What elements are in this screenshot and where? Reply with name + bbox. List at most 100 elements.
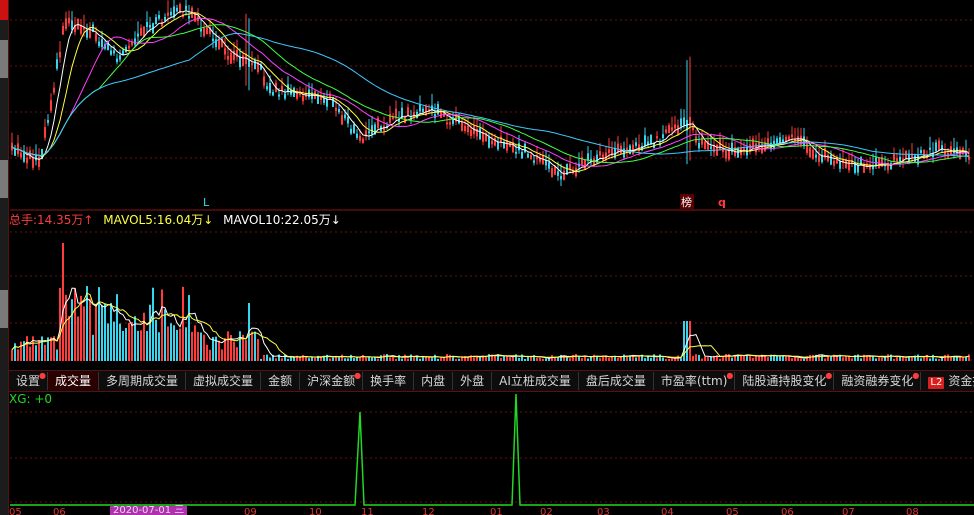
candle-body xyxy=(284,93,286,99)
candle-body xyxy=(893,153,895,161)
volume-bar xyxy=(86,286,88,361)
volume-bar xyxy=(905,358,907,361)
candle-body xyxy=(527,153,529,158)
volume-bar xyxy=(221,349,223,361)
candle-body xyxy=(155,17,157,25)
tab-turnover-rate[interactable]: 换手率 xyxy=(363,372,415,390)
volume-bar xyxy=(725,354,727,361)
candle-body xyxy=(896,158,898,162)
volume-bar xyxy=(446,354,448,361)
volume-bar xyxy=(566,357,568,361)
mavol10-label: MAVOL10: xyxy=(223,213,285,227)
candle-body xyxy=(827,154,829,162)
volume-bar xyxy=(299,357,301,361)
volume-bar xyxy=(719,358,721,361)
volume-bar xyxy=(128,322,130,361)
volume-bar xyxy=(281,358,283,361)
volume-bar xyxy=(251,331,253,361)
volume-bar xyxy=(611,356,613,361)
tab-after-hours-volume[interactable]: 盘后成交量 xyxy=(579,372,654,390)
candle-body xyxy=(50,100,52,111)
volume-bar xyxy=(359,357,361,361)
candle-body xyxy=(20,152,22,158)
candle-body xyxy=(560,175,562,180)
candle-body xyxy=(617,143,619,152)
volume-bar xyxy=(203,334,205,361)
tab-multi-period-volume[interactable]: 多周期成交量 xyxy=(99,372,187,390)
volume-bar xyxy=(503,355,505,361)
tab-amount[interactable]: 金额 xyxy=(261,372,301,390)
tab-volume[interactable]: 成交量 xyxy=(48,372,100,390)
volume-bar xyxy=(116,294,118,361)
candle-body xyxy=(887,164,889,171)
volume-bar xyxy=(875,358,877,361)
volume-bar xyxy=(290,357,292,361)
volume-bar xyxy=(191,331,193,361)
tab-northbound-holding[interactable]: 陆股通持股变化 ● xyxy=(735,372,835,390)
candle-body xyxy=(368,131,370,134)
volume-bar xyxy=(950,357,952,361)
volume-chart[interactable] xyxy=(0,228,974,370)
tab-fund-bottom[interactable]: L2资金抄底 xyxy=(921,372,974,390)
volume-bar xyxy=(170,323,172,361)
candle-body xyxy=(272,92,274,96)
volume-bar xyxy=(506,356,508,361)
volume-bar xyxy=(623,354,625,361)
volume-bar xyxy=(392,357,394,361)
volume-bar xyxy=(41,336,43,361)
volume-bar xyxy=(167,326,169,361)
tab-margin-change[interactable]: 融资融券变化 ● xyxy=(834,372,922,390)
candle-body xyxy=(341,115,343,125)
volume-bar xyxy=(617,358,619,361)
volume-value: 14.35万↑ xyxy=(37,213,94,227)
tab-virtual-volume[interactable]: 虚拟成交量 xyxy=(186,372,262,390)
volume-bar xyxy=(239,331,241,361)
candle-body xyxy=(344,114,346,119)
volume-bar xyxy=(197,331,199,361)
volume-bar xyxy=(275,358,277,361)
volume-bar xyxy=(95,304,97,361)
candle-body xyxy=(803,136,805,146)
volume-bar xyxy=(899,356,901,361)
volume-bar xyxy=(194,325,196,361)
volume-bar xyxy=(569,358,571,361)
xg-signal-chart[interactable] xyxy=(0,392,974,508)
volume-bar xyxy=(938,358,940,361)
volume-bar xyxy=(257,339,259,361)
tab-outer-volume[interactable]: 外盘 xyxy=(453,372,493,390)
volume-bar xyxy=(812,354,814,361)
tab-inner-volume[interactable]: 内盘 xyxy=(414,372,454,390)
candle-body xyxy=(494,137,496,146)
volume-bar xyxy=(110,303,112,361)
volume-bar xyxy=(440,357,442,361)
price-kline-chart[interactable]: L 榜 q xyxy=(0,0,974,212)
volume-bar xyxy=(155,319,157,361)
volume-bar xyxy=(419,358,421,361)
candle-body xyxy=(122,50,124,55)
volume-bar xyxy=(665,358,667,361)
candle-body xyxy=(230,52,232,64)
tab-ai-volume[interactable]: AI立桩成交量 xyxy=(492,372,579,390)
candle-body xyxy=(464,125,466,132)
tab-pe-ttm[interactable]: 市盈率(ttm) ● xyxy=(654,372,736,390)
volume-bar xyxy=(371,357,373,361)
volume-bar xyxy=(860,358,862,361)
tab-dot: ● xyxy=(39,371,47,380)
volume-bar xyxy=(188,295,190,361)
candle-body xyxy=(296,93,298,99)
candle-body xyxy=(278,94,280,97)
volume-bar xyxy=(62,243,64,361)
volume-bar xyxy=(494,355,496,361)
tab-sh-sz-amount[interactable]: 沪深金额 ● xyxy=(300,372,364,390)
candle-body xyxy=(170,11,172,16)
volume-bar xyxy=(452,356,454,361)
candle-body xyxy=(683,117,685,126)
volume-bar xyxy=(518,357,520,361)
volume-bar xyxy=(140,330,142,361)
volume-bar xyxy=(788,356,790,361)
candle-body xyxy=(548,162,550,169)
volume-bar xyxy=(20,341,22,361)
candle-body xyxy=(446,122,448,125)
tab-settings[interactable]: 设置 ● xyxy=(9,371,49,390)
candle-body xyxy=(140,27,142,36)
